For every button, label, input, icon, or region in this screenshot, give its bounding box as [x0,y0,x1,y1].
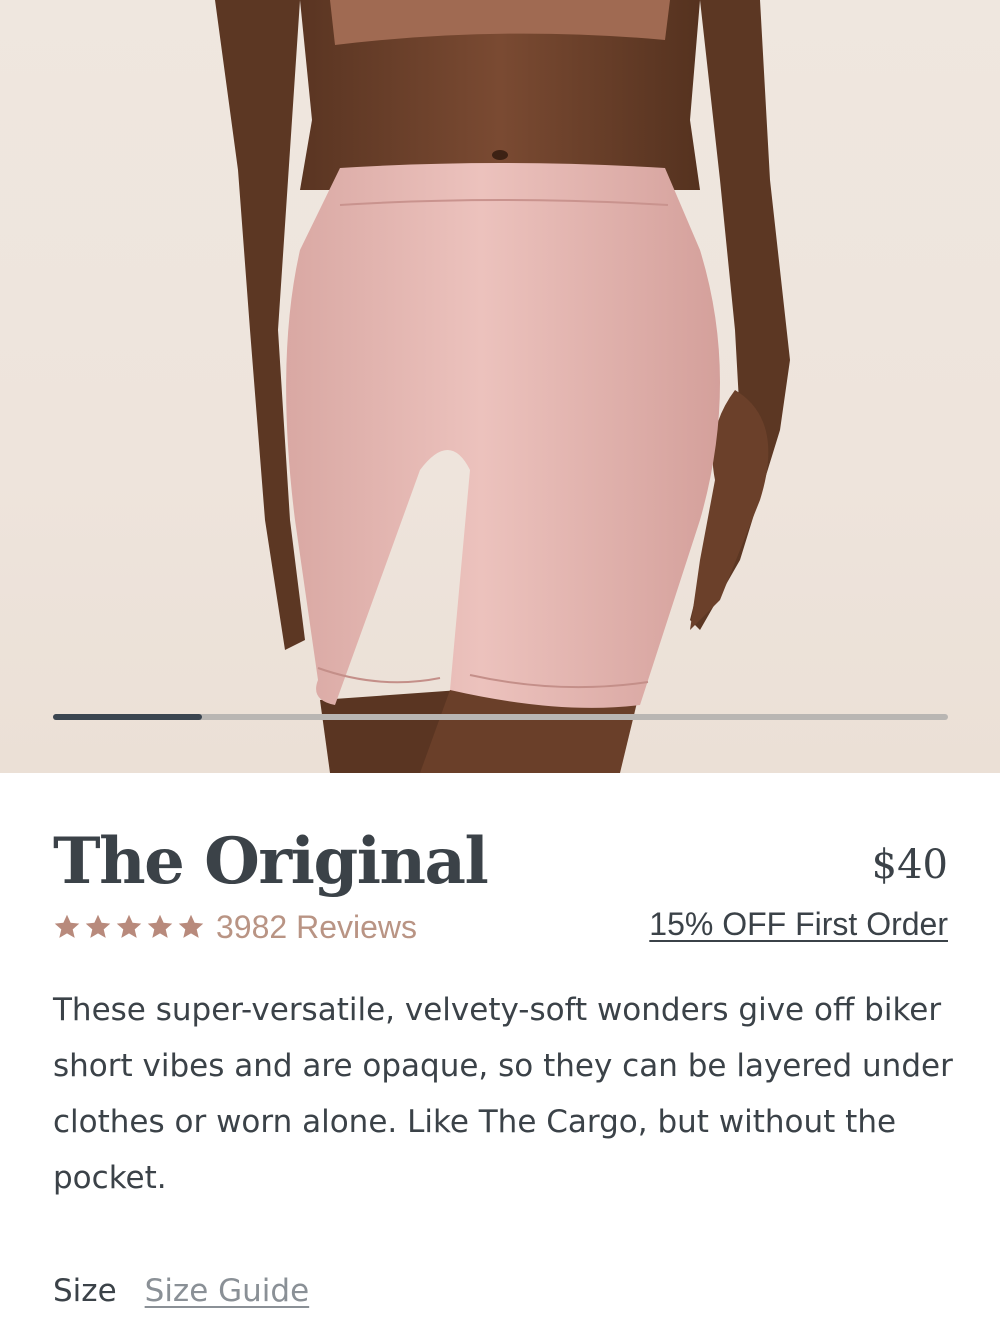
first-order-discount-link[interactable]: 15% OFF First Order [649,906,948,943]
product-price: $40 [871,842,948,888]
star-icon [54,914,80,938]
size-label: Size [53,1273,117,1309]
rating-summary[interactable]: 3982 Reviews [53,905,417,949]
image-carousel-progress[interactable] [53,714,948,720]
star-icon [85,914,111,938]
star-icon [116,914,142,938]
reviews-link[interactable]: 3982 Reviews [216,909,417,946]
star-icon [147,914,173,938]
product-title: The Original [53,824,489,899]
star-icon [178,914,204,938]
star-rating [53,913,205,941]
size-selector-header: Size Size Guide [53,1273,309,1309]
product-description: These super-versatile, velvety-soft wond… [53,992,953,1196]
product-photo [215,0,790,773]
size-guide-link[interactable]: Size Guide [145,1273,310,1309]
carousel-progress-indicator [53,714,203,720]
product-image[interactable] [0,0,1000,773]
